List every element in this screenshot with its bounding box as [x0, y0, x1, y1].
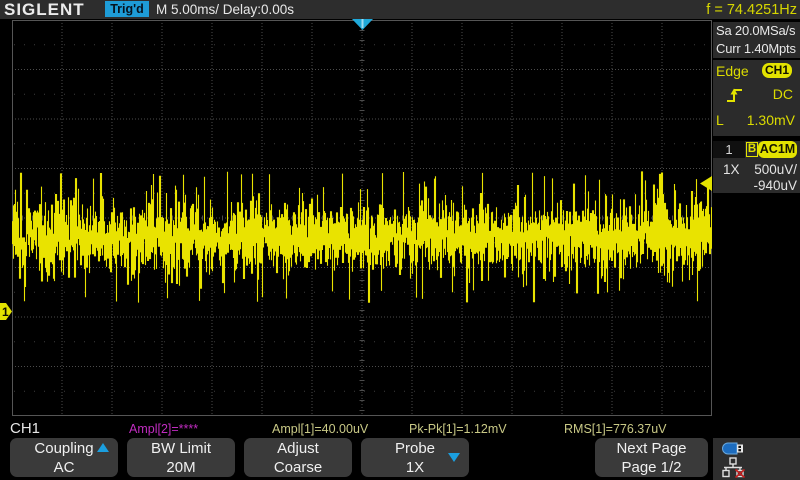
measurement-pkpk1: Pk-Pk[1]=1.12mV	[409, 422, 507, 436]
sample-rate: Sa 20.0MSa/s	[713, 22, 800, 40]
menu-label: BW Limit	[127, 439, 235, 459]
trigger-panel[interactable]: Edge CH1 DC L 1.30mV	[713, 60, 800, 136]
volts-per-div: 500uV/	[754, 162, 797, 177]
trigger-level-label: L	[716, 112, 724, 128]
trigger-type: Edge	[716, 63, 749, 79]
probe-attenuation: 1X	[723, 162, 740, 177]
measurement-ampl1: Ampl[1]=40.00uV	[272, 422, 368, 436]
usb-icon	[722, 442, 744, 455]
menu-value: 20M	[127, 459, 235, 476]
trigger-status-badge: Trig'd	[105, 1, 149, 17]
menu-value: Coarse	[244, 459, 352, 476]
trigger-level-marker[interactable]	[700, 176, 712, 191]
timebase-readout[interactable]: M 5.00ms/ Delay:0.00s	[156, 0, 294, 19]
waveform-display[interactable]	[12, 20, 712, 416]
down-arrow-icon	[448, 453, 460, 462]
menu-label: Next Page	[595, 439, 708, 459]
channel-number-box[interactable]: 1	[713, 141, 745, 158]
top-status-bar: SIGLENT Trig'd M 5.00ms/ Delay:0.00s f =…	[0, 0, 800, 19]
channel-coupling-badge: AC1M	[758, 141, 797, 158]
oscilloscope-screen: SIGLENT Trig'd M 5.00ms/ Delay:0.00s f =…	[0, 0, 800, 480]
frequency-counter: f = 74.4251Hz	[706, 0, 797, 20]
menu-button-bw-limit[interactable]: BW Limit 20M	[127, 438, 235, 477]
menu-value: AC	[10, 459, 118, 476]
channel1-panel[interactable]: 1 B AC1M 1X 500uV/ -940uV	[713, 141, 800, 193]
menu-button-adjust[interactable]: Adjust Coarse	[244, 438, 352, 477]
bandwidth-limit-badge: B	[746, 142, 758, 157]
lan-network-icon	[721, 457, 747, 478]
trigger-coupling: DC	[773, 86, 793, 102]
trigger-position-marker[interactable]	[352, 19, 373, 30]
acquisition-panel: Sa 20.0MSa/s Curr 1.40Mpts	[713, 22, 800, 58]
channel-label: CH1	[10, 420, 40, 437]
memory-depth: Curr 1.40Mpts	[713, 40, 800, 58]
ch1-trace	[12, 20, 712, 416]
svg-text:1: 1	[2, 305, 9, 319]
trigger-source-badge: CH1	[762, 63, 792, 78]
menu-button-coupling[interactable]: Coupling AC	[10, 438, 118, 477]
measurement-ampl2: Ampl[2]=****	[129, 422, 198, 436]
brand-logo: SIGLENT	[4, 0, 85, 19]
menu-button-probe[interactable]: Probe 1X	[361, 438, 469, 477]
trigger-level-value: 1.30mV	[747, 112, 795, 128]
channel1-zero-marker[interactable]: 1	[0, 303, 13, 320]
measurement-bar: CH1 Ampl[2]=**** Ampl[1]=40.00uV Pk-Pk[1…	[0, 419, 800, 437]
menu-label: Adjust	[244, 439, 352, 459]
menu-value: Page 1/2	[595, 459, 708, 476]
status-icon-panel	[713, 438, 800, 480]
rising-edge-icon	[726, 87, 744, 103]
channel-offset: -940uV	[753, 178, 797, 193]
menu-button-next-page[interactable]: Next Page Page 1/2	[595, 438, 708, 477]
measurement-rms1: RMS[1]=776.37uV	[564, 422, 667, 436]
up-arrow-icon	[97, 443, 109, 452]
